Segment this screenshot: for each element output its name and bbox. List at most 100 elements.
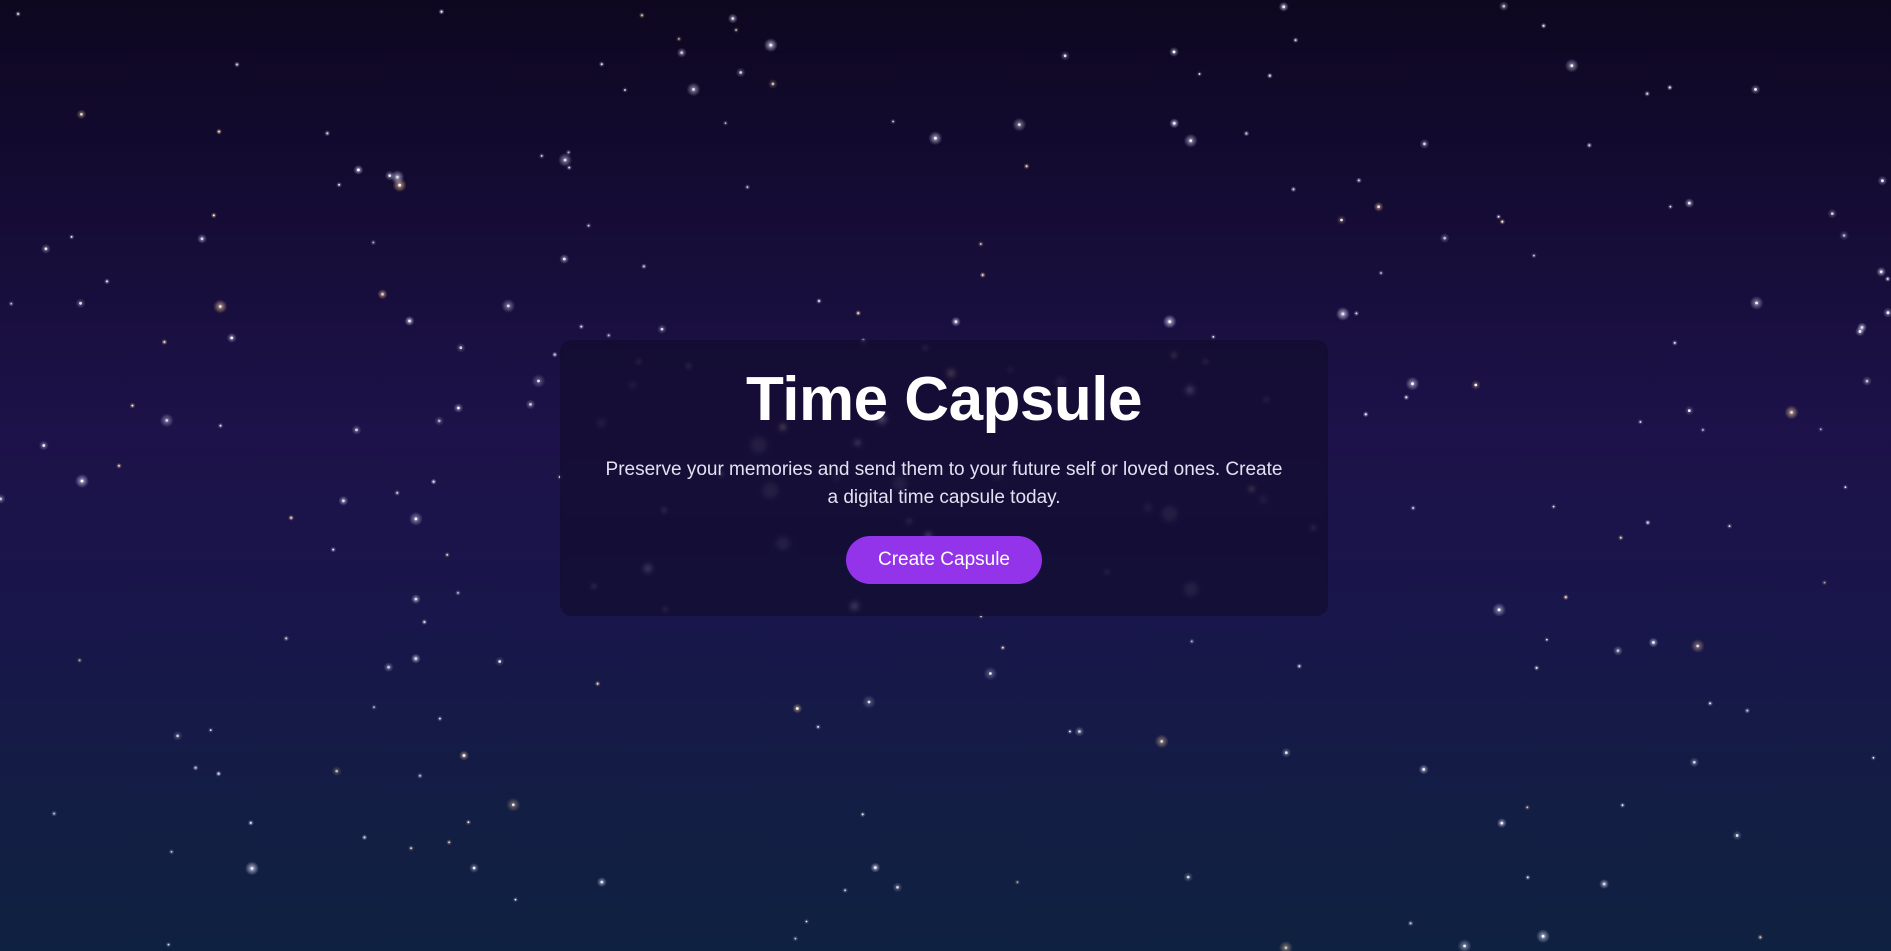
- star: [446, 839, 453, 846]
- star: [598, 61, 605, 68]
- star: [40, 243, 51, 254]
- star: [165, 941, 172, 948]
- star: [928, 131, 943, 146]
- star: [565, 149, 572, 156]
- star: [1749, 296, 1764, 310]
- star: [417, 772, 423, 779]
- star: [594, 680, 601, 687]
- star: [1154, 734, 1169, 749]
- star: [1707, 700, 1714, 707]
- star: [168, 848, 175, 855]
- star: [390, 170, 405, 185]
- star: [559, 254, 570, 264]
- star: [816, 298, 822, 304]
- star: [1524, 804, 1531, 811]
- star: [338, 495, 349, 506]
- star: [8, 300, 15, 307]
- star: [1278, 1, 1289, 12]
- star: [1266, 72, 1273, 79]
- star: [430, 478, 437, 485]
- star: [506, 797, 521, 812]
- star: [1405, 376, 1420, 391]
- star: [979, 272, 986, 278]
- star: [1530, 252, 1537, 259]
- star: [1281, 747, 1292, 758]
- star: [1290, 186, 1297, 193]
- star: [605, 332, 612, 339]
- star: [1757, 934, 1764, 941]
- star: [727, 13, 738, 24]
- star: [1564, 58, 1579, 73]
- star: [377, 289, 388, 300]
- star: [1550, 503, 1557, 510]
- star: [585, 222, 592, 229]
- star: [75, 474, 89, 488]
- star: [525, 399, 536, 410]
- create-capsule-button[interactable]: Create Capsule: [845, 536, 1043, 585]
- star: [408, 511, 423, 526]
- star: [371, 704, 377, 711]
- star: [1066, 728, 1073, 735]
- star: [735, 67, 746, 78]
- star: [353, 164, 364, 175]
- star: [324, 130, 331, 137]
- star: [862, 695, 876, 709]
- star: [1667, 203, 1674, 210]
- star: [453, 403, 464, 413]
- star: [983, 666, 998, 681]
- star: [1617, 534, 1624, 541]
- star: [638, 12, 645, 19]
- star: [172, 730, 183, 741]
- star: [1362, 411, 1369, 418]
- star: [159, 413, 174, 428]
- star: [1278, 940, 1293, 951]
- star: [842, 887, 849, 894]
- star: [351, 424, 362, 435]
- star: [538, 152, 545, 159]
- star: [68, 233, 75, 240]
- star: [1403, 394, 1410, 401]
- star: [288, 514, 295, 521]
- star: [803, 918, 810, 925]
- star: [1418, 764, 1429, 775]
- star: [1536, 929, 1551, 944]
- star: [551, 351, 558, 358]
- star: [1540, 22, 1547, 29]
- star: [1492, 602, 1507, 617]
- star: [578, 323, 585, 330]
- star: [1335, 306, 1350, 321]
- star: [890, 118, 897, 125]
- star: [1457, 939, 1472, 951]
- star: [1562, 594, 1569, 601]
- star: [1210, 333, 1217, 340]
- star: [1684, 198, 1695, 209]
- star: [501, 298, 516, 313]
- star: [1162, 314, 1177, 329]
- star: [640, 263, 647, 270]
- star: [51, 810, 58, 817]
- star: [744, 184, 751, 191]
- star: [215, 770, 222, 777]
- star: [1074, 726, 1085, 737]
- star: [1637, 418, 1644, 425]
- star: [459, 750, 469, 761]
- star: [192, 764, 199, 771]
- star: [566, 164, 573, 171]
- star: [1495, 213, 1502, 220]
- star: [216, 128, 222, 135]
- star: [1188, 638, 1195, 645]
- star: [197, 233, 207, 244]
- star: [892, 882, 903, 893]
- star: [1644, 90, 1651, 97]
- star: [1839, 230, 1850, 241]
- star: [596, 877, 607, 888]
- star: [0, 493, 6, 504]
- star: [622, 87, 628, 93]
- star: [815, 723, 822, 730]
- hero-description: Preserve your memories and send them to …: [605, 459, 1283, 509]
- star: [1419, 138, 1430, 149]
- star: [361, 834, 368, 841]
- star: [1827, 208, 1838, 219]
- star: [436, 715, 443, 722]
- star: [792, 703, 803, 714]
